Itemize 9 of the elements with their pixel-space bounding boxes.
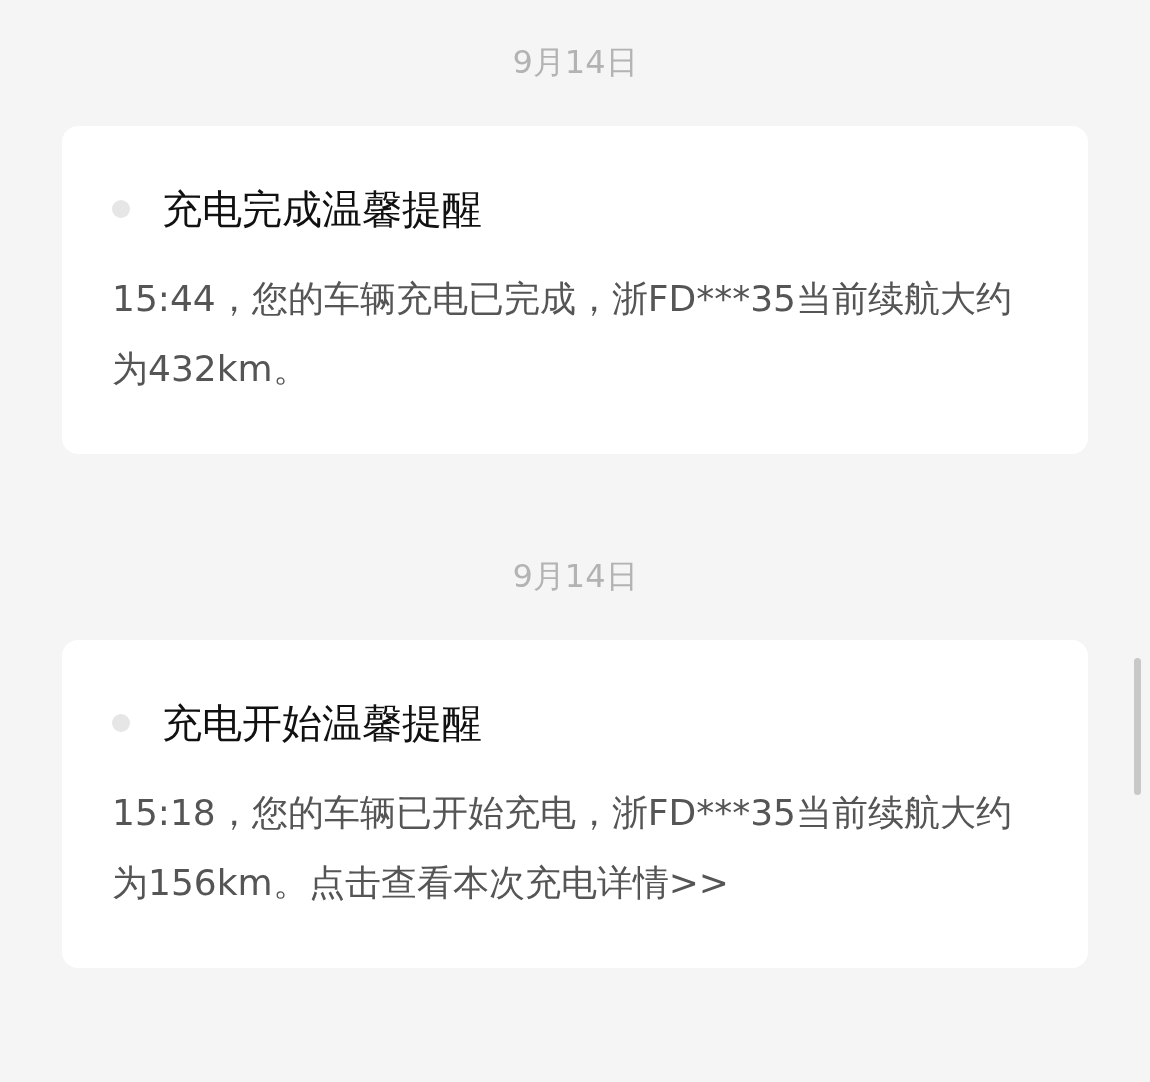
message-title: 充电开始温馨提醒	[162, 699, 482, 748]
message-date: 9月14日	[511, 42, 639, 83]
scrollbar[interactable]	[1134, 658, 1141, 795]
message-body: 15:18，您的车辆已开始充电，浙FD***35当前续航大约为156km。点击查看本次充电详情>>	[112, 791, 1012, 905]
message-card[interactable]: 充电开始温馨提醒 15:18，您的车辆已开始充电，浙FD***35当前续航大约为156km。点击查看本次充电详情>>	[62, 640, 1088, 968]
message-title: 充电完成温馨提醒	[162, 185, 482, 234]
message-date: 9月14日	[511, 556, 639, 597]
message-body: 15:44，您的车辆充电已完成，浙FD***35当前续航大约为432km。	[112, 277, 1012, 391]
message-card[interactable]: 充电完成温馨提醒 15:44，您的车辆充电已完成，浙FD***35当前续航大约为432km。	[62, 126, 1088, 454]
